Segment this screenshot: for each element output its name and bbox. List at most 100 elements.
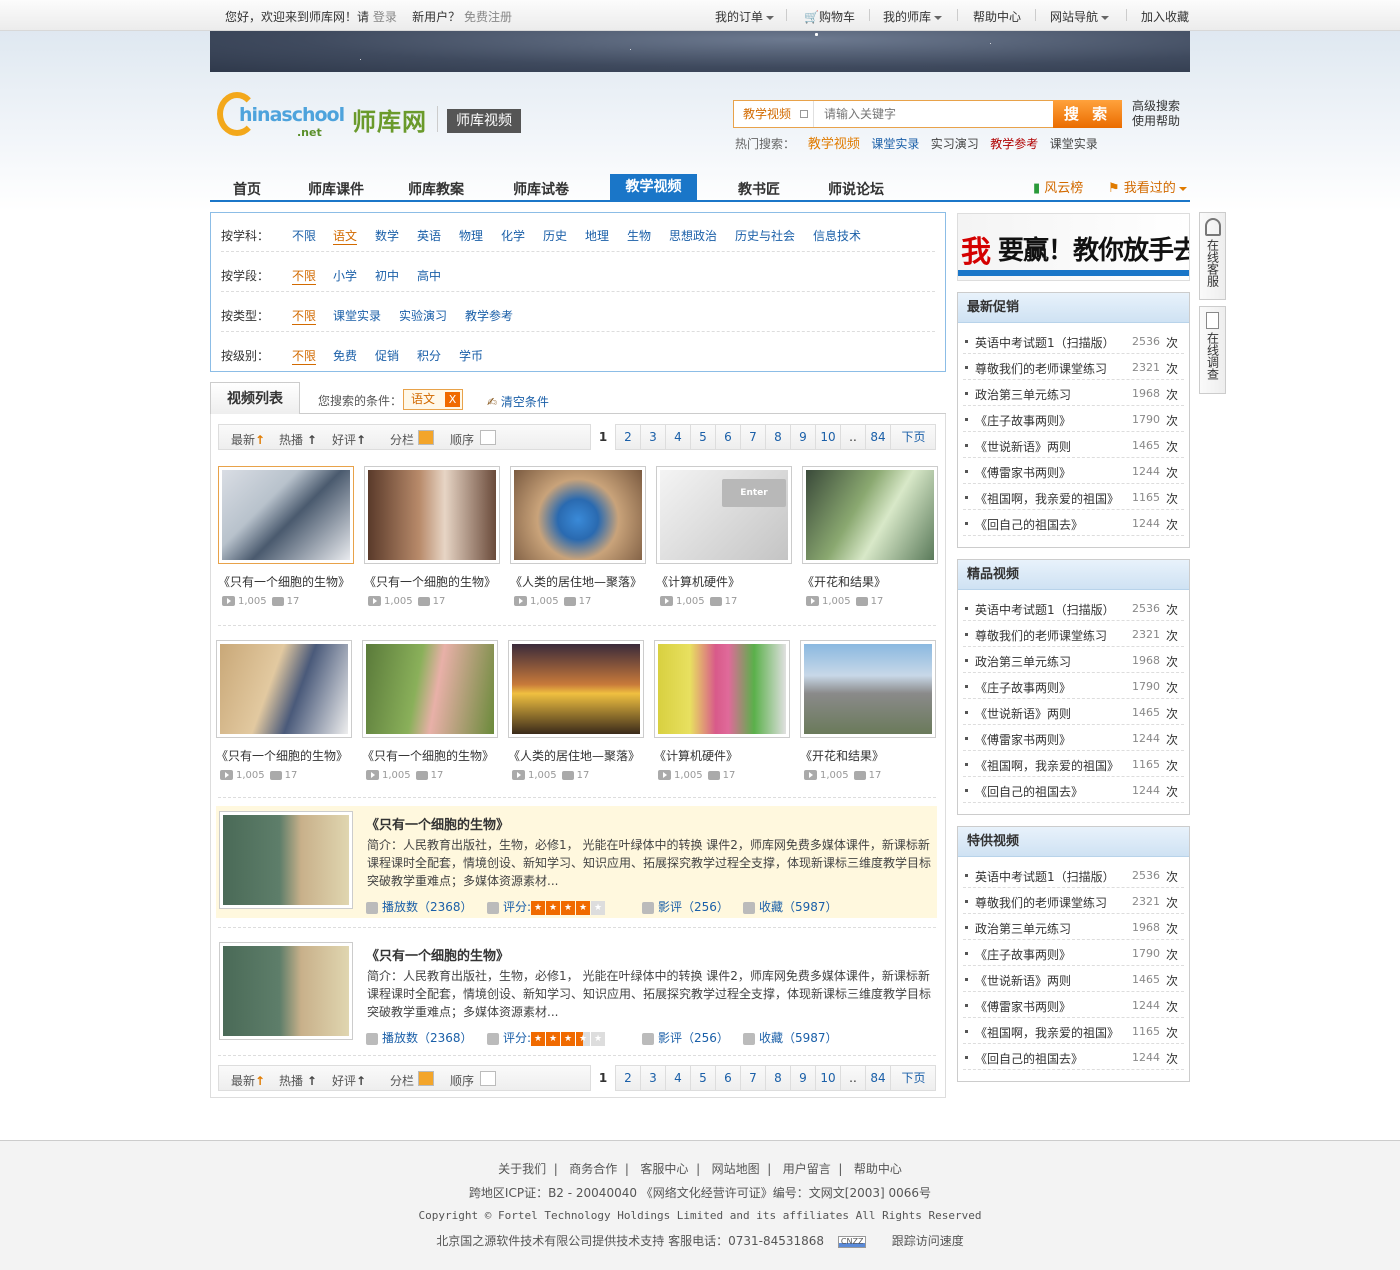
page-link[interactable]: 3 [640, 1065, 665, 1091]
filter-option[interactable]: 历史与社会 [735, 227, 795, 244]
list-view-icon[interactable] [480, 1071, 496, 1086]
tracking-link[interactable]: 跟踪访问速度 [892, 1234, 964, 1248]
hot-search-item[interactable]: 课堂实录 [1050, 137, 1098, 151]
page-link[interactable]: 10 [815, 424, 840, 450]
filter-option[interactable]: 积分 [417, 347, 441, 364]
help-link[interactable]: 帮助中心 [973, 8, 1021, 25]
page-link[interactable]: 5 [690, 1065, 715, 1091]
filter-option[interactable]: 语文 [333, 227, 358, 245]
video-thumbnail[interactable] [218, 466, 354, 564]
play-count-link[interactable]: 播放数（2368） [366, 898, 473, 915]
list-view-icon[interactable] [480, 430, 496, 445]
search-input[interactable] [824, 105, 1044, 123]
footer-link-business[interactable]: 商务合作 [569, 1162, 617, 1176]
favorite-link[interactable]: 收藏（5987） [743, 1029, 838, 1046]
video-title[interactable]: 《只有一个细胞的生物》 [366, 814, 509, 833]
video-card[interactable]: 《只有一个细胞的生物》 1,005 17 [218, 466, 358, 607]
reviews-link[interactable]: 影评（256） [642, 1029, 729, 1046]
video-title[interactable]: 《人类的居住地—聚落》 [508, 747, 640, 764]
filter-option[interactable]: 不限 [292, 307, 317, 325]
filter-option[interactable]: 思想政治 [669, 227, 717, 244]
site-logo[interactable]: hinaschool .net [217, 92, 345, 142]
rank-item[interactable]: 《祖国啊，我亲爱的祖国》 1165 次 [963, 484, 1184, 510]
page-link[interactable]: 4 [665, 1065, 690, 1091]
rank-item[interactable]: 尊敬我们的老师课堂练习 2321 次 [963, 888, 1184, 914]
video-title[interactable]: 《只有一个细胞的生物》 [216, 747, 348, 764]
filter-option[interactable]: 不限 [292, 227, 316, 244]
sort-newest[interactable]: 最新↑ [231, 1072, 265, 1089]
register-link[interactable]: 免费注册 [464, 10, 512, 24]
rank-item[interactable]: 英语中考试题1（扫描版） 2536 次 [963, 862, 1184, 888]
video-title[interactable]: 《计算机硬件》 [656, 573, 740, 590]
sort-rating[interactable]: 好评↑ [332, 1072, 366, 1089]
hot-search-item[interactable]: 实习演习 [931, 137, 979, 151]
hot-search-item[interactable]: 教学参考 [990, 137, 1038, 151]
video-thumbnail[interactable] [654, 640, 790, 738]
video-title[interactable]: 《开花和结果》 [800, 747, 884, 764]
page-link[interactable]: 84 [865, 1065, 890, 1091]
video-title[interactable]: 《人类的居住地—聚落》 [510, 573, 642, 590]
rank-item[interactable]: 《祖国啊，我亲爱的祖国》 1165 次 [963, 1018, 1184, 1044]
video-card[interactable]: 《开花和结果》 1,005 17 [802, 466, 942, 607]
filter-option[interactable]: 小学 [333, 267, 357, 284]
filter-option[interactable]: 学币 [459, 347, 483, 364]
filter-option[interactable]: 课堂实录 [333, 307, 381, 324]
filter-option[interactable]: 历史 [543, 227, 567, 244]
page-link[interactable]: 3 [640, 424, 665, 450]
video-thumbnail[interactable] [216, 640, 352, 738]
viewed-menu[interactable]: ⚑ 我看过的 [1108, 177, 1187, 196]
nav-exams[interactable]: 师库试卷 [513, 179, 569, 199]
rank-item[interactable]: 政治第三单元练习 1968 次 [963, 647, 1184, 673]
grid-view-icon[interactable] [418, 1071, 434, 1086]
nav-teaching-videos[interactable]: 教学视频 [610, 174, 697, 200]
filter-option[interactable]: 不限 [292, 267, 317, 285]
footer-link-about[interactable]: 关于我们 [498, 1162, 546, 1176]
rank-item[interactable]: 《庄子故事两则》 1790 次 [963, 406, 1184, 432]
promo-banner[interactable]: 我 要赢！教你放手去搏！ [957, 213, 1190, 281]
filter-option[interactable]: 教学参考 [465, 307, 513, 324]
filter-option[interactable]: 促销 [375, 347, 399, 364]
rank-item[interactable]: 《世说新语》两则 1465 次 [963, 966, 1184, 992]
page-link[interactable]: 7 [740, 424, 765, 450]
next-page-link[interactable]: 下页 [890, 424, 936, 450]
cnzz-badge[interactable]: CNZZ [837, 1235, 867, 1248]
video-card[interactable]: 《只有一个细胞的生物》 1,005 17 [364, 466, 504, 607]
video-card[interactable]: 《人类的居住地—聚落》 1,005 17 [508, 640, 648, 781]
reviews-link[interactable]: 影评（256） [642, 898, 729, 915]
favorite-link[interactable]: 收藏（5987） [743, 898, 838, 915]
rank-item[interactable]: 《庄子故事两则》 1790 次 [963, 940, 1184, 966]
page-link[interactable]: 5 [690, 424, 715, 450]
rank-item[interactable]: 《祖国啊，我亲爱的祖国》 1165 次 [963, 751, 1184, 777]
add-favorite-link[interactable]: 加入收藏 [1141, 8, 1189, 25]
video-card[interactable]: 《计算机硬件》 1,005 17 [654, 640, 794, 781]
ranking-link[interactable]: ▮ 风云榜 [1033, 177, 1083, 196]
page-link[interactable]: 9 [790, 424, 815, 450]
video-card[interactable]: 《人类的居住地—聚落》 1,005 17 [510, 466, 650, 607]
rank-item[interactable]: 尊敬我们的老师课堂练习 2321 次 [963, 354, 1184, 380]
footer-link-service[interactable]: 客服中心 [640, 1162, 688, 1176]
rank-item[interactable]: 《世说新语》两则 1465 次 [963, 699, 1184, 725]
page-link[interactable]: 84 [865, 424, 890, 450]
page-link[interactable]: 2 [615, 1065, 640, 1091]
video-thumbnail[interactable] [800, 640, 936, 738]
sort-hot[interactable]: 热播 ↑ [279, 431, 317, 448]
online-service-button[interactable]: 在线客服 [1199, 212, 1226, 300]
video-thumbnail[interactable] [219, 811, 353, 909]
online-survey-button[interactable]: 在线调查 [1199, 306, 1226, 394]
rank-item[interactable]: 英语中考试题1（扫描版） 2536 次 [963, 328, 1184, 354]
rank-item[interactable]: 《傅雷家书两则》 1244 次 [963, 458, 1184, 484]
filter-option[interactable]: 免费 [333, 347, 357, 364]
rank-item[interactable]: 英语中考试题1（扫描版） 2536 次 [963, 595, 1184, 621]
play-count-link[interactable]: 播放数（2368） [366, 1029, 473, 1046]
nav-home[interactable]: 首页 [233, 179, 261, 199]
video-title[interactable]: 《计算机硬件》 [654, 747, 738, 764]
tab-video-list[interactable]: 视频列表 [210, 382, 300, 414]
site-nav-menu[interactable]: 网站导航 [1050, 8, 1110, 25]
page-link[interactable]: 1 [590, 424, 615, 450]
page-link[interactable]: 8 [765, 1065, 790, 1091]
next-page-link[interactable]: 下页 [890, 1065, 936, 1091]
clear-conditions-button[interactable]: ✍ 清空条件 [487, 393, 549, 410]
login-link[interactable]: 登录 [373, 10, 397, 24]
video-thumbnail[interactable] [362, 640, 498, 738]
video-thumbnail[interactable] [219, 942, 353, 1040]
